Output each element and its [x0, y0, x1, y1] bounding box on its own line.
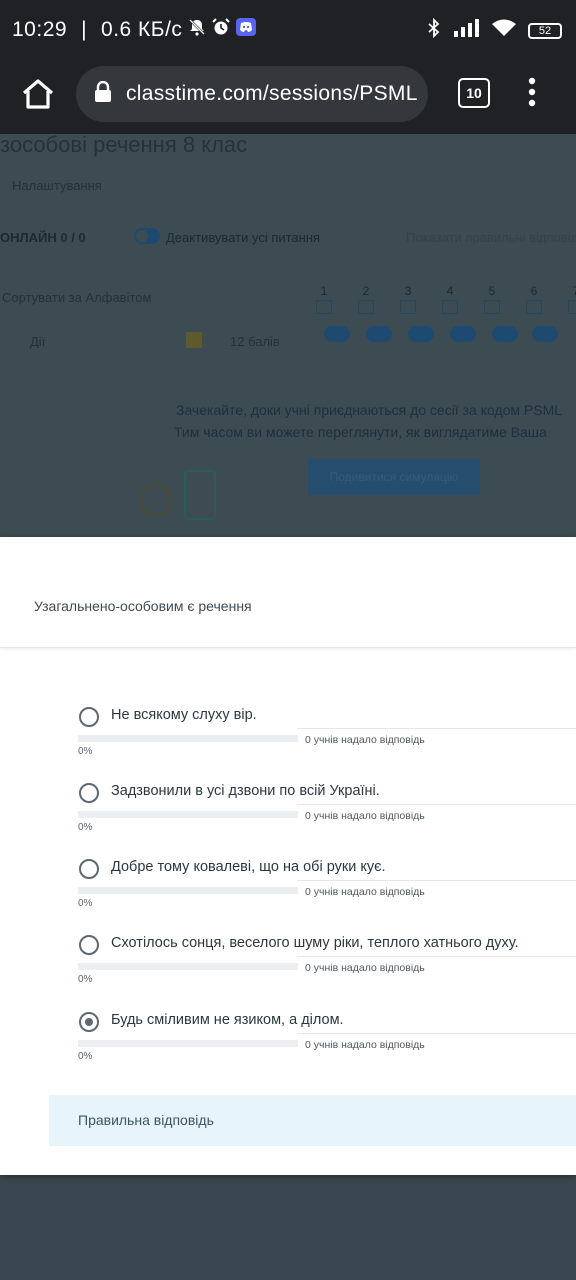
question-toggle — [366, 326, 392, 342]
status-right: 52 — [426, 17, 562, 43]
divider — [297, 1033, 576, 1034]
question-toggle — [492, 326, 518, 342]
status-time: 10:29 — [12, 18, 68, 41]
address-bar[interactable]: classtime.com/sessions/PSML — [76, 66, 428, 122]
progress-bar — [78, 1040, 298, 1047]
kebab-menu-icon — [528, 77, 536, 107]
simulation-button-label: Подивитися симуляцію — [329, 470, 459, 484]
question-number: 1 — [314, 284, 334, 314]
status-separator: | — [81, 18, 88, 41]
battery-level: 52 — [538, 24, 552, 37]
question-toggle — [450, 326, 476, 342]
home-button[interactable] — [18, 74, 58, 114]
modal-header: Узагальнено-особовим є речення — [0, 537, 576, 648]
answer-option[interactable]: Схотілось сонця, веселого шуму ріки, теп… — [0, 875, 576, 985]
question-toggle — [324, 326, 350, 342]
more-options-button[interactable] — [522, 76, 542, 108]
lock-icon — [94, 80, 112, 108]
sort-dropdown: Сортувати за Алфавітом — [2, 290, 152, 305]
question-text: Узагальнено-особовим є речення — [34, 598, 252, 614]
bluetooth-icon — [426, 17, 442, 43]
tab-switcher-button[interactable]: 10 — [458, 78, 490, 108]
background-page: зособові речення 8 клас Налаштування ОНЛ… — [0, 134, 576, 537]
simulation-button: Подивитися симуляцію — [308, 459, 480, 495]
option-label: Схотілось сонця, веселого шуму ріки, теп… — [111, 935, 519, 951]
answer-count: 0 учнів надало відповідь — [305, 1039, 425, 1051]
question-number: 2 — [356, 284, 376, 314]
score-dropdown: 12 балів — [230, 334, 280, 349]
network-speed: 0.6 КБ/с — [101, 18, 183, 41]
home-icon — [22, 79, 54, 109]
answer-option[interactable]: Добре тому ковалеві, що на обі руки кує.… — [0, 799, 576, 909]
url-text: classtime.com/sessions/PSML — [126, 82, 418, 105]
waiting-text-line1: Зачекайте, доки учні приєднаються до сес… — [176, 402, 563, 418]
waiting-text-line2: Тим часом ви можете переглянути, як вигл… — [174, 424, 547, 440]
settings-link: Налаштування — [12, 178, 102, 193]
answer-option[interactable]: Не всякому слуху вір. 0 учнів надало від… — [0, 647, 576, 757]
tab-count: 10 — [466, 85, 482, 101]
deactivate-label: Деактивувати усі питання — [166, 230, 321, 245]
discord-icon — [236, 18, 257, 42]
question-toggle — [408, 326, 434, 342]
signal-icon — [454, 19, 480, 42]
deactivate-toggle — [134, 228, 160, 244]
flag-icon — [186, 332, 202, 348]
online-counter: ОНЛАЙН 0 / 0 — [0, 230, 86, 245]
question-number: 3 — [398, 284, 418, 314]
option-label: Задзвонили в усі дзвони по всій Україні. — [111, 783, 380, 799]
question-number: 7 — [566, 284, 576, 314]
question-number: 4 — [440, 284, 460, 314]
actions-dropdown: Дії — [30, 334, 46, 349]
bell-off-icon — [188, 18, 206, 42]
question-number: 5 — [482, 284, 502, 314]
correct-answer-box[interactable]: Правильна відповідь — [49, 1095, 576, 1146]
option-label: Будь сміливим не язиком, а ділом. — [111, 1012, 344, 1028]
show-answers-label: Показати правильні відповіді — [406, 230, 576, 245]
phone-illustration-icon — [184, 470, 216, 520]
wifi-icon — [492, 19, 516, 42]
answer-percent: 0% — [78, 1051, 93, 1062]
radio-button-selected[interactable] — [79, 1012, 99, 1032]
battery-icon: 52 — [528, 22, 562, 39]
status-left: 10:29 | 0.6 КБ/с — [12, 18, 257, 42]
answer-option[interactable]: Задзвонили в усі дзвони по всій Україні.… — [0, 723, 576, 833]
question-modal: Узагальнено-особовим є речення Не всяком… — [0, 537, 576, 1175]
alarm-icon — [212, 18, 231, 42]
browser-toolbar: classtime.com/sessions/PSML 10 — [0, 62, 576, 134]
option-label: Добре тому ковалеві, що на обі руки кує. — [111, 859, 386, 875]
option-label: Не всякому слуху вір. — [111, 707, 257, 723]
correct-answer-label: Правильна відповідь — [78, 1112, 214, 1128]
status-bar: 10:29 | 0.6 КБ/с 52 — [0, 0, 576, 62]
question-toggle — [532, 326, 558, 342]
question-number: 6 — [524, 284, 544, 314]
session-title: зособові речення 8 клас — [0, 134, 248, 157]
answer-option[interactable]: Будь сміливим не язиком, а ділом. 0 учні… — [0, 952, 576, 1062]
illustration-icon — [140, 484, 172, 516]
